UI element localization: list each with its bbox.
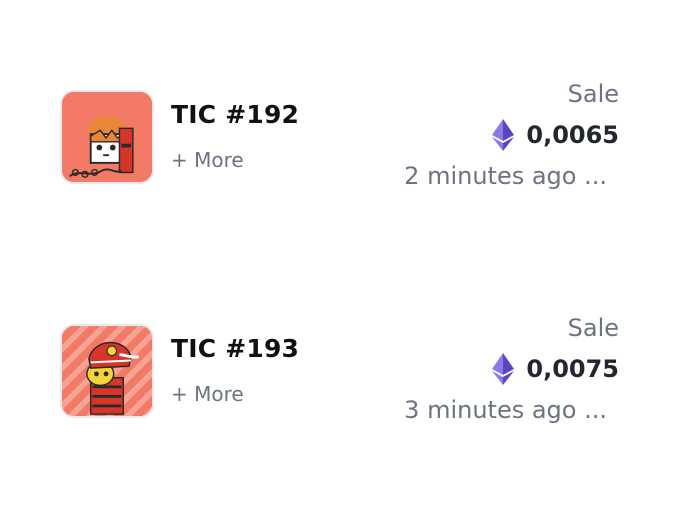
event-type-label: Sale [567,314,619,342]
timestamp-link[interactable]: 2 minutes ago ... [404,162,607,190]
activity-row[interactable]: TIC #193 + More Sale 0,0075 3 minutes ag… [0,314,680,432]
price-value: 0,0075 [526,355,619,383]
ethereum-icon [492,353,515,385]
nft-title[interactable]: TIC #193 [171,334,299,363]
nft-title[interactable]: TIC #192 [171,100,299,129]
event-type-label: Sale [567,80,619,108]
price: 0,0075 [492,352,619,386]
price: 0,0065 [492,118,619,152]
activity-row[interactable]: TIC #192 + More Sale 0,0065 2 minutes ag… [0,80,680,198]
more-link[interactable]: + More [171,148,244,172]
price-value: 0,0065 [526,121,619,149]
timestamp-link[interactable]: 3 minutes ago ... [404,396,607,424]
ethereum-icon [492,119,515,151]
nft-thumbnail[interactable] [60,324,154,418]
nft-thumbnail[interactable] [60,90,154,184]
more-link[interactable]: + More [171,382,244,406]
